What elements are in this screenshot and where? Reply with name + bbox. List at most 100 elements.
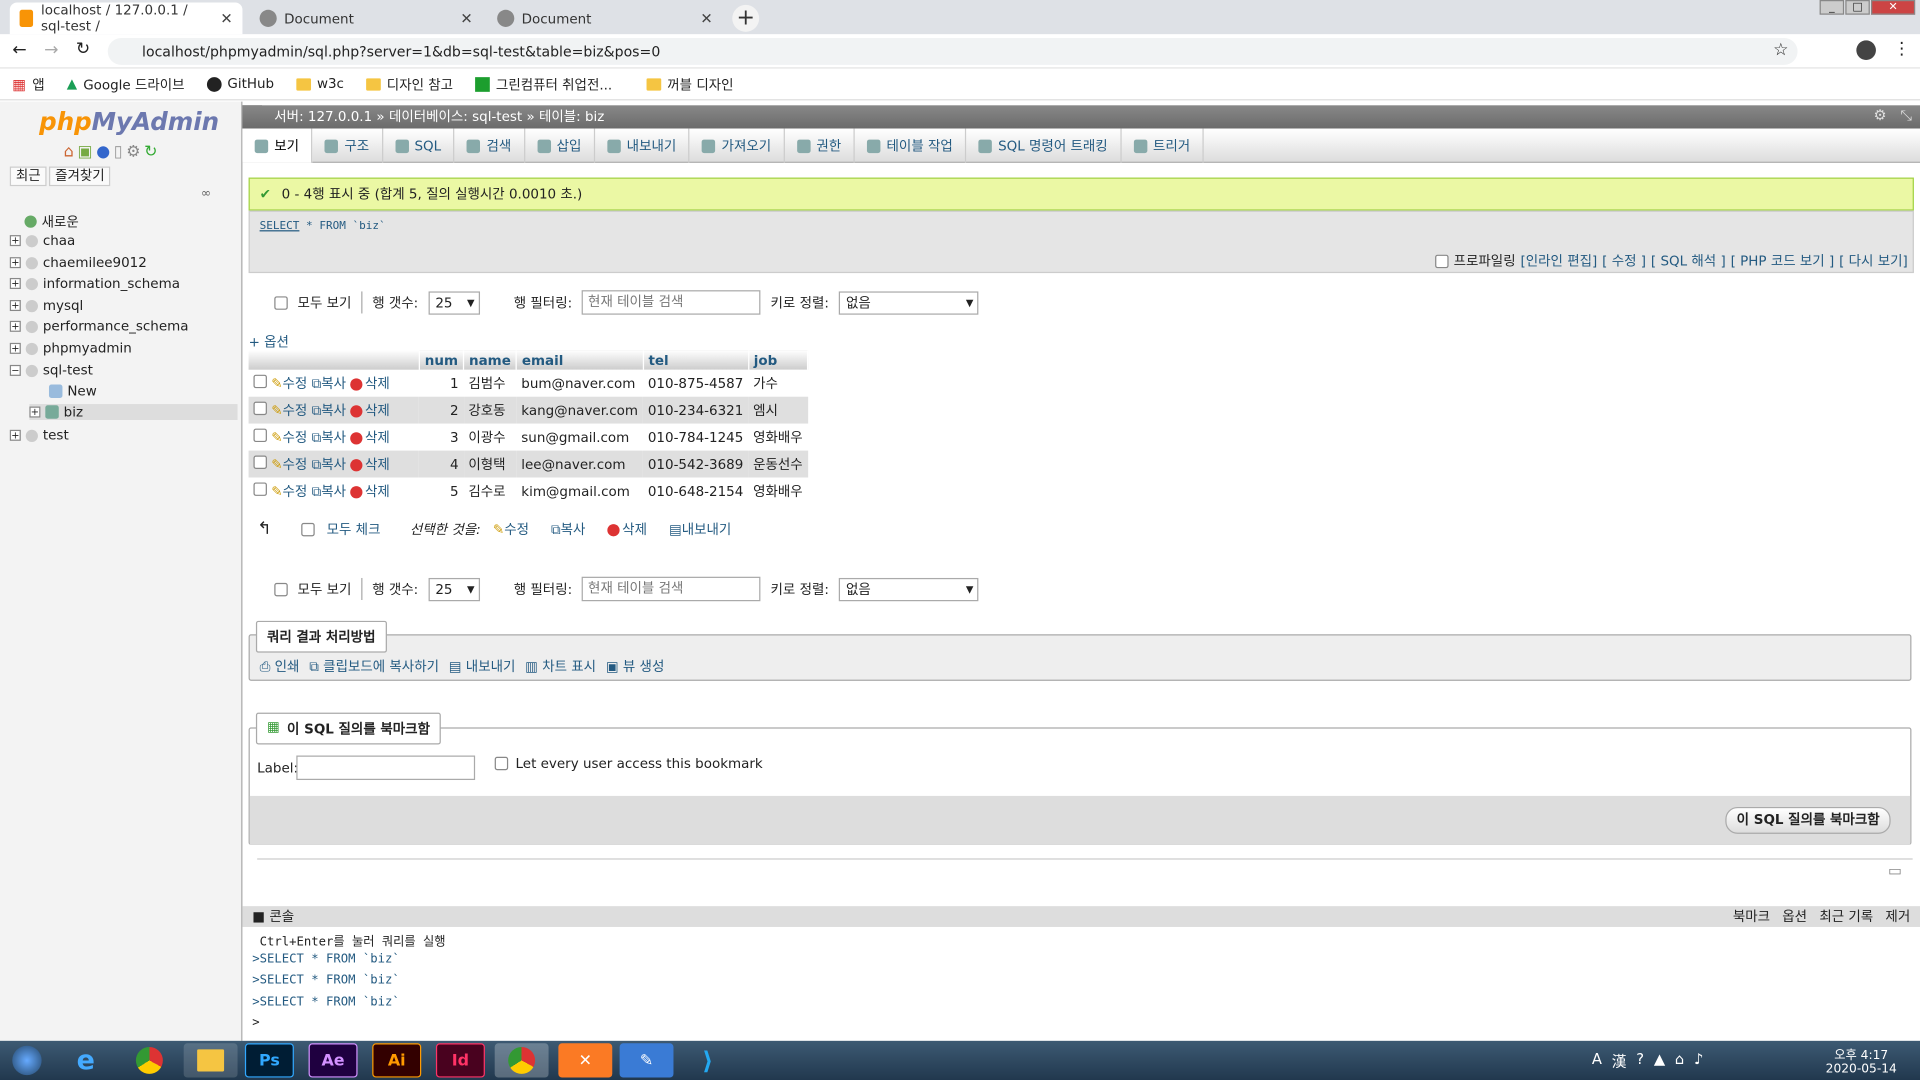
tree-item-db[interactable]: + information_schema <box>9 276 180 291</box>
hanja-icon[interactable]: 漢 <box>1612 1051 1627 1072</box>
sort-select[interactable]: 없음 ▼ <box>838 577 979 601</box>
tree-item-db[interactable]: + chaa <box>9 233 76 249</box>
bookmark-apps[interactable]: ▦ 앱 <box>12 74 44 94</box>
console-line[interactable]: >SELECT * FROM `biz` <box>252 973 399 986</box>
bulk-export-button[interactable]: ▤내보내기 <box>669 519 731 539</box>
back-icon[interactable]: ← <box>12 40 26 60</box>
bookmark-label-input[interactable] <box>296 755 476 781</box>
new-tab-button[interactable]: + <box>732 4 760 32</box>
cell-name[interactable]: 이광수 <box>463 423 517 451</box>
edit-link[interactable]: 수정 <box>283 457 308 473</box>
tree-item-db[interactable]: + mysql <box>9 298 83 313</box>
close-tab-icon[interactable]: ✕ <box>220 10 232 27</box>
print-view-icon[interactable]: ▭ <box>1888 862 1902 879</box>
create-view-link[interactable]: ▣ 뷰 생성 <box>606 656 664 676</box>
row-checkbox[interactable] <box>253 428 267 443</box>
tab-import[interactable]: 가져오기 <box>690 128 785 163</box>
header-tel[interactable]: tel <box>642 350 749 370</box>
tab-tracking[interactable]: SQL 명령어 트래킹 <box>966 128 1122 163</box>
cell-email[interactable]: kang@naver.com <box>516 396 643 424</box>
cell-email[interactable]: lee@naver.com <box>516 450 643 478</box>
copy-link[interactable]: 복사 <box>321 457 346 473</box>
console-line[interactable]: >SELECT * FROM `biz` <box>252 953 399 966</box>
cell-job[interactable]: 가수 <box>748 369 808 397</box>
header-email[interactable]: email <box>516 350 644 370</box>
cell-email[interactable]: bum@naver.com <box>516 369 643 397</box>
tab-operations[interactable]: 테이블 작업 <box>855 128 967 163</box>
docs-icon[interactable]: ▯ <box>114 143 123 161</box>
header-name[interactable]: name <box>463 350 517 370</box>
copy-link[interactable]: 복사 <box>321 430 346 446</box>
delete-link[interactable]: 삭제 <box>365 376 390 392</box>
browser-tab[interactable]: Document ✕ <box>250 2 483 34</box>
settings-icon[interactable]: ⚙ <box>1873 107 1886 124</box>
tab-sql[interactable]: SQL <box>383 128 455 163</box>
row-checkbox[interactable] <box>253 482 267 496</box>
tab-privileges[interactable]: 권한 <box>785 128 855 163</box>
reload-nav-icon[interactable]: ↻ <box>144 143 157 161</box>
edit-link[interactable]: 수정 <box>283 484 308 500</box>
show-all-checkbox[interactable] <box>274 295 288 310</box>
chart-link[interactable]: ▥ 차트 표시 <box>525 656 596 676</box>
explain-link[interactable]: [ SQL 해석 ] <box>1651 251 1726 271</box>
cell-job[interactable]: 엠시 <box>748 396 808 424</box>
tab-triggers[interactable]: 트리거 <box>1121 128 1204 163</box>
check-all-checkbox[interactable] <box>300 522 315 536</box>
filter-input[interactable]: 현재 테이블 검색 <box>581 576 761 602</box>
close-tab-icon[interactable]: ✕ <box>700 10 712 27</box>
volume-icon[interactable]: ♪ <box>1694 1051 1703 1072</box>
after-effects-icon[interactable]: Ae <box>308 1043 358 1078</box>
expand-icon[interactable]: + <box>9 342 21 354</box>
gear-icon[interactable]: ⚙ <box>126 143 140 161</box>
show-all-checkbox[interactable] <box>274 582 288 596</box>
profile-icon[interactable] <box>1856 40 1876 61</box>
browser-tab-active[interactable]: localhost / 127.0.0.1 / sql-test / ✕ <box>9 2 243 35</box>
bookmark-github[interactable]: GitHub <box>206 76 274 92</box>
bookmark-w3c[interactable]: w3c <box>296 76 344 92</box>
expand-icon[interactable]: + <box>9 300 21 312</box>
edit-link[interactable]: 수정 <box>283 376 308 392</box>
console-bar[interactable]: ■ 콘솔 북마크 옵션 최근 기록 제거 <box>242 906 1920 927</box>
browser-tab[interactable]: Document ✕ <box>487 2 722 34</box>
collapse-icon[interactable]: ⤡ <box>1900 107 1912 125</box>
php-code-link[interactable]: [ PHP 코드 보기 ] <box>1731 251 1835 271</box>
cell-num[interactable]: 4 <box>419 450 464 478</box>
profiling-checkbox[interactable] <box>1435 254 1449 268</box>
tree-item-db[interactable]: + performance_schema <box>9 318 188 334</box>
tree-item-new[interactable]: 새로운 <box>24 212 79 232</box>
tree-item-db-open[interactable]: − sql-test <box>9 362 93 378</box>
print-link[interactable]: ⎙ 인쇄 <box>260 656 300 676</box>
tab-search[interactable]: 검색 <box>455 128 525 163</box>
console-options-link[interactable]: 옵션 <box>1782 906 1807 927</box>
recent-button[interactable]: 최근 <box>9 166 47 187</box>
reload-icon[interactable]: ↻ <box>76 39 90 59</box>
cell-tel[interactable]: 010-542-3689 <box>642 450 749 478</box>
options-link[interactable]: + 옵션 <box>249 332 289 352</box>
link-icon[interactable]: ∞ <box>201 187 211 200</box>
row-checkbox[interactable] <box>253 401 267 416</box>
expand-icon[interactable]: + <box>9 235 21 247</box>
bookmark-green[interactable]: 그린컴퓨터 취업전... <box>475 74 612 94</box>
expand-icon[interactable]: + <box>29 406 41 418</box>
url-input[interactable]: localhost/phpmyadmin/sql.php?server=1&db… <box>107 37 1798 65</box>
delete-link[interactable]: 삭제 <box>365 457 390 473</box>
copy-link[interactable]: 복사 <box>321 484 346 500</box>
cell-email[interactable]: kim@gmail.com <box>516 477 643 505</box>
console-line[interactable]: >SELECT * FROM `biz` <box>252 996 399 1009</box>
cell-tel[interactable]: 010-875-4587 <box>642 369 749 397</box>
star-icon[interactable]: ☆ <box>1773 40 1788 60</box>
bookmark-design[interactable]: 디자인 참고 <box>365 74 453 94</box>
rows-select[interactable]: 25 ▼ <box>428 577 480 601</box>
bulk-delete-button[interactable]: 삭제 <box>607 519 647 539</box>
export-link[interactable]: ▤ 내보내기 <box>449 656 516 676</box>
copy-link[interactable]: 복사 <box>321 376 346 392</box>
minimize-button[interactable]: _ <box>1819 0 1845 15</box>
menu-icon[interactable]: ⋮ <box>1893 39 1910 59</box>
expand-icon[interactable]: + <box>9 257 21 269</box>
cell-tel[interactable]: 010-648-2154 <box>642 477 749 505</box>
row-checkbox[interactable] <box>253 374 267 389</box>
forward-icon[interactable]: → <box>44 40 58 60</box>
header-job[interactable]: job <box>748 350 809 370</box>
help-icon[interactable]: ? <box>1636 1051 1644 1072</box>
cell-name[interactable]: 강호동 <box>463 396 517 424</box>
